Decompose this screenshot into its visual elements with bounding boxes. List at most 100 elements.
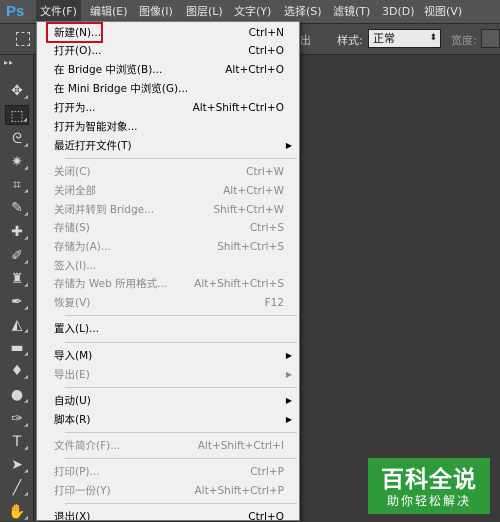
style-label: 样式: bbox=[337, 34, 363, 47]
type-tool-icon[interactable]: T ◢ bbox=[5, 432, 29, 452]
menu-filter[interactable]: 滤镜(T) bbox=[329, 0, 374, 24]
menu-item-place[interactable]: 置入(L)... bbox=[38, 320, 298, 338]
menu-item-save-as[interactable]: 存储为(A)... Shift+Ctrl+S bbox=[38, 238, 298, 256]
menu-item-label: 导入(M) bbox=[54, 350, 93, 362]
menu-item-shortcut: Shift+Ctrl+S bbox=[217, 241, 284, 253]
history-brush-tool-icon[interactable]: ✒ ◢ bbox=[5, 292, 29, 312]
menu-item-label: 恢复(V) bbox=[54, 297, 91, 309]
menu-item-label: 打开为智能对象... bbox=[54, 121, 138, 133]
menu-separator bbox=[65, 315, 297, 316]
gradient-tool-icon[interactable]: ▬ ◢ bbox=[5, 338, 29, 358]
menu-item-open-as[interactable]: 打开为... Alt+Shift+Ctrl+O bbox=[38, 99, 298, 117]
menu-item-automate[interactable]: 自动(U) ▶ bbox=[38, 392, 298, 410]
menu-item-save-for-web[interactable]: 存储为 Web 所用格式... Alt+Shift+Ctrl+S bbox=[38, 275, 298, 293]
tools-panel: ▸▸ ✥ ◢ ⬚ ◢ ᘓ ◢ ✷ ◢ ⌗ ◢ ✎ ◢ ✚ ◢ ✐ ◢ ♜ ◢ ✒ ◢ ◭ ◢ ▬ ◢ ♦… bbox=[0, 55, 34, 521]
menu-item-label: 新建(N)... bbox=[54, 27, 102, 39]
menu-item-label: 存储为(A)... bbox=[54, 241, 111, 253]
menu-item-recent-files[interactable]: 最近打开文件(T) ▶ bbox=[38, 137, 298, 155]
menu-item-close[interactable]: 关闭(C) Ctrl+W bbox=[38, 163, 298, 181]
menu-item-print-one[interactable]: 打印一份(Y) Alt+Shift+Ctrl+P bbox=[38, 482, 298, 500]
rect-marquee-preset-icon[interactable] bbox=[16, 32, 30, 46]
style-select-value: 正常 bbox=[373, 32, 395, 45]
menu-item-label: 打印一份(Y) bbox=[54, 485, 111, 497]
menu-item-label: 打印(P)... bbox=[54, 466, 100, 478]
menu-item-shortcut: Alt+Shift+Ctrl+I bbox=[197, 440, 284, 452]
menu-item-browse-mini-bridge[interactable]: 在 Mini Bridge 中浏览(G)... bbox=[38, 80, 298, 98]
feather-label-clipped: 出 bbox=[300, 34, 311, 47]
menu-item-label: 关闭全部 bbox=[54, 185, 96, 197]
menu-item-label: 退出(X) bbox=[54, 511, 91, 521]
brush-tool-icon[interactable]: ✐ ◢ bbox=[5, 246, 29, 266]
eyedropper-tool-icon[interactable]: ✎ ◢ bbox=[5, 198, 29, 218]
menu-item-label: 在 Mini Bridge 中浏览(G)... bbox=[54, 83, 189, 95]
menu-separator bbox=[65, 503, 297, 504]
blur-tool-icon[interactable]: ♦ ◢ bbox=[5, 361, 29, 381]
submenu-arrow-icon: ▶ bbox=[285, 370, 292, 379]
menu-item-open-smart-object[interactable]: 打开为智能对象... bbox=[38, 118, 298, 136]
menu-item-shortcut: Ctrl+Q bbox=[248, 511, 284, 521]
submenu-arrow-icon: ▶ bbox=[285, 141, 292, 150]
menu-item-shortcut: Ctrl+O bbox=[248, 45, 284, 57]
menu-item-open[interactable]: 打开(O)... Ctrl+O bbox=[38, 42, 298, 60]
menu-item-shortcut: Ctrl+W bbox=[246, 166, 284, 178]
menu-3d[interactable]: 3D(D) bbox=[378, 0, 419, 24]
menu-item-shortcut: Ctrl+N bbox=[248, 27, 284, 39]
rect-marquee-tool-icon[interactable]: ⬚ ◢ bbox=[5, 105, 29, 125]
eraser-tool-icon[interactable]: ◭ ◢ bbox=[5, 315, 29, 335]
menu-item-label: 存储(S) bbox=[54, 222, 90, 234]
submenu-arrow-icon: ▶ bbox=[285, 351, 292, 360]
dodge-tool-icon[interactable]: ● ◢ bbox=[5, 385, 29, 405]
menu-item-export[interactable]: 导出(E) ▶ bbox=[38, 366, 298, 384]
menu-item-scripts[interactable]: 脚本(R) ▶ bbox=[38, 411, 298, 429]
menu-item-browse-bridge[interactable]: 在 Bridge 中浏览(B)... Alt+Ctrl+O bbox=[38, 61, 298, 79]
width-input[interactable] bbox=[481, 29, 500, 48]
pen-tool-icon[interactable]: ✑ ◢ bbox=[5, 409, 29, 429]
menu-item-revert[interactable]: 恢复(V) F12 bbox=[38, 294, 298, 312]
menu-item-close-all[interactable]: 关闭全部 Alt+Ctrl+W bbox=[38, 182, 298, 200]
menu-item-import[interactable]: 导入(M) ▶ bbox=[38, 347, 298, 365]
menu-separator bbox=[65, 387, 297, 388]
menu-item-shortcut: Ctrl+S bbox=[249, 222, 284, 234]
healing-brush-tool-icon[interactable]: ✚ ◢ bbox=[5, 222, 29, 242]
menu-item-close-go-bridge[interactable]: 关闭并转到 Bridge... Shift+Ctrl+W bbox=[38, 201, 298, 219]
line-tool-icon[interactable]: ╱ ◢ bbox=[5, 478, 29, 498]
magic-wand-tool-icon[interactable]: ✷ ◢ bbox=[5, 152, 29, 172]
menu-separator bbox=[65, 432, 297, 433]
hand-tool-icon[interactable]: ✋ ◢ bbox=[5, 502, 29, 522]
menu-item-label: 自动(U) bbox=[54, 395, 91, 407]
menu-separator bbox=[65, 342, 297, 343]
menu-item-label: 置入(L)... bbox=[54, 323, 100, 335]
menu-item-shortcut: Ctrl+P bbox=[250, 466, 284, 478]
chevron-updown-icon: ⬍ bbox=[429, 33, 437, 43]
menu-item-shortcut: Alt+Shift+Ctrl+P bbox=[194, 485, 285, 497]
width-label: 宽度: bbox=[451, 34, 477, 47]
crop-tool-icon[interactable]: ⌗ ◢ bbox=[5, 175, 29, 195]
menu-item-label: 签入(I)... bbox=[54, 260, 97, 272]
menu-item-check-in[interactable]: 签入(I)... bbox=[38, 257, 298, 275]
path-selection-tool-icon[interactable]: ➤ ◢ bbox=[5, 455, 29, 475]
menu-item-label: 最近打开文件(T) bbox=[54, 140, 132, 152]
lasso-tool-icon[interactable]: ᘓ ◢ bbox=[5, 129, 29, 149]
menu-item-exit[interactable]: 退出(X) Ctrl+Q bbox=[38, 508, 298, 521]
move-tool-icon[interactable]: ✥ ◢ bbox=[5, 81, 29, 101]
submenu-arrow-icon: ▶ bbox=[285, 396, 292, 405]
menu-view[interactable]: 视图(V) bbox=[420, 0, 466, 24]
menu-item-shortcut: Alt+Ctrl+W bbox=[223, 185, 284, 197]
menu-item-new[interactable]: 新建(N)... Ctrl+N bbox=[38, 24, 298, 42]
menu-item-shortcut: Alt+Shift+Ctrl+S bbox=[194, 278, 284, 290]
menu-item-print[interactable]: 打印(P)... Ctrl+P bbox=[38, 463, 298, 481]
menu-item-shortcut: Shift+Ctrl+W bbox=[213, 204, 284, 216]
menu-item-label: 存储为 Web 所用格式... bbox=[54, 278, 168, 290]
style-select[interactable]: 正常 ⬍ bbox=[368, 29, 441, 48]
menu-separator bbox=[65, 158, 297, 159]
menu-item-label: 打开为... bbox=[54, 102, 96, 114]
menu-item-save[interactable]: 存储(S) Ctrl+S bbox=[38, 219, 298, 237]
photoshop-logo: Ps bbox=[6, 3, 25, 20]
menu-item-label: 关闭(C) bbox=[54, 166, 91, 178]
menu-item-file-info[interactable]: 文件简介(F)... Alt+Shift+Ctrl+I bbox=[38, 437, 298, 455]
clone-stamp-tool-icon[interactable]: ♜ ◢ bbox=[5, 269, 29, 289]
menu-item-shortcut: F12 bbox=[264, 297, 284, 309]
menu-item-label: 脚本(R) bbox=[54, 414, 91, 426]
panel-collapse-grip-icon[interactable]: ▸▸ bbox=[4, 58, 14, 67]
menu-item-shortcut: Alt+Shift+Ctrl+O bbox=[192, 102, 284, 114]
